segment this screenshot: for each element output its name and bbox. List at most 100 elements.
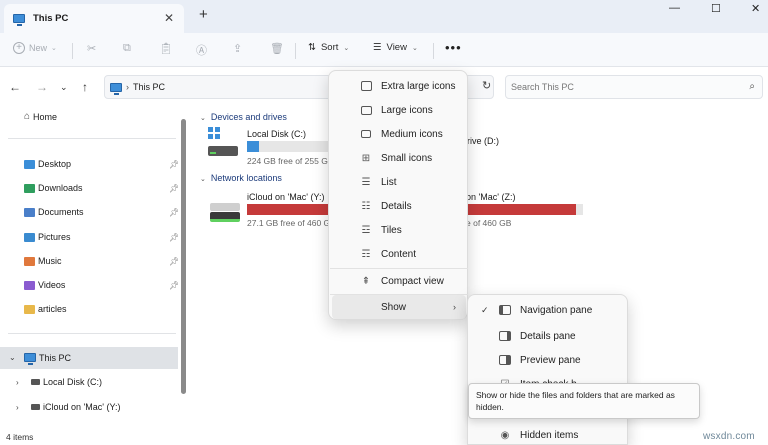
menu-item-compact-view[interactable]: ⇞ Compact view	[329, 269, 467, 293]
pin-icon[interactable]: 📌︎	[169, 257, 179, 266]
delete-icon[interactable]: 🗑︎	[270, 42, 284, 55]
sidebar-item-documents[interactable]: Documents	[24, 207, 84, 217]
view-icon: ☰	[373, 42, 382, 53]
sidebar-item-music[interactable]: Music	[24, 256, 62, 266]
menu-item-show[interactable]: Show ›	[332, 295, 466, 319]
drive-free-space: e of 460 GB	[466, 218, 512, 228]
cut-icon[interactable]: ✂	[87, 42, 96, 55]
separator	[295, 43, 296, 59]
show-submenu: ✓ Navigation pane Details pane Preview p…	[467, 294, 628, 445]
drive-usage-fill	[247, 141, 259, 152]
separator	[433, 43, 434, 59]
details-icon: ☷	[361, 200, 371, 212]
sidebar-scrollbar[interactable]	[181, 119, 186, 394]
chevron-down-icon: ⌄	[200, 176, 206, 183]
minimize-button[interactable]: —	[669, 2, 680, 14]
sidebar-item-label: This PC	[39, 353, 72, 363]
chevron-down-icon: ⌄	[411, 44, 418, 52]
menu-item-label: Tiles	[381, 224, 402, 236]
maximize-button[interactable]: ☐	[711, 2, 721, 15]
sidebar-item-home[interactable]: ⌂ Home	[24, 111, 57, 122]
menu-item-list[interactable]: ☰ List	[329, 170, 467, 194]
drive-icon	[31, 379, 40, 385]
sidebar-item-downloads[interactable]: Downloads	[24, 183, 83, 193]
refresh-icon[interactable]: ↻	[482, 79, 491, 92]
preview-pane-icon	[499, 354, 511, 366]
back-icon[interactable]: ←	[9, 80, 21, 94]
pin-icon[interactable]: 📌︎	[169, 184, 179, 193]
view-label: View	[386, 42, 407, 53]
divider	[8, 138, 176, 139]
menu-item-navigation-pane[interactable]: ✓ Navigation pane	[468, 298, 627, 322]
grid-icon: ⊞	[361, 152, 371, 164]
menu-item-label: Details pane	[520, 330, 576, 342]
paste-icon[interactable]: 📋︎	[159, 42, 173, 55]
share-icon[interactable]: ⇪	[233, 42, 242, 55]
menu-item-medium-icons[interactable]: Medium icons	[329, 122, 467, 146]
music-folder-icon	[24, 256, 35, 266]
group-devices-and-drives[interactable]: ⌄ Devices and drives	[200, 112, 287, 122]
chevron-right-icon: ›	[126, 82, 129, 92]
menu-item-label: Details	[381, 200, 412, 212]
breadcrumb-this-pc[interactable]: This PC	[133, 82, 165, 92]
close-window-button[interactable]: ✕	[751, 2, 760, 15]
tab-this-pc[interactable]: This PC ✕	[4, 4, 184, 33]
content-icon: ☶	[361, 248, 371, 260]
pin-icon[interactable]: 📌︎	[169, 160, 179, 169]
drive-tile-z[interactable]: on 'Mac' (Z:) e of 460 GB	[466, 191, 586, 228]
sidebar-item-local-disk[interactable]: Local Disk (C:)	[31, 377, 102, 387]
divider	[8, 333, 176, 334]
forward-icon[interactable]: →	[36, 80, 48, 94]
menu-item-label: Preview pane	[520, 354, 581, 366]
title-bar: This PC ✕ + — ☐ ✕	[0, 0, 768, 33]
drive-icon	[210, 212, 240, 222]
group-label: Devices and drives	[210, 112, 287, 122]
sort-label: Sort	[320, 42, 339, 53]
drive-tile-d[interactable]: rive (D:)	[467, 136, 527, 150]
item-count: 4 items	[6, 432, 34, 442]
sidebar-item-pictures[interactable]: Pictures	[24, 232, 71, 242]
menu-item-hidden-items[interactable]: ◉ Hidden items	[468, 423, 627, 445]
pin-icon[interactable]: 📌︎	[169, 208, 179, 217]
new-tab-button[interactable]: +	[199, 6, 208, 23]
menu-item-content[interactable]: ☶ Content	[329, 242, 467, 266]
more-options-button[interactable]: •••	[445, 40, 462, 55]
chevron-right-icon[interactable]: ›	[16, 403, 19, 412]
sidebar-item-this-pc[interactable]: ⌄ This PC	[0, 347, 178, 369]
chevron-down-icon[interactable]: ⌄	[9, 353, 16, 362]
new-button[interactable]: + New ⌄	[13, 42, 57, 54]
pin-icon[interactable]: 📌︎	[169, 233, 179, 242]
navigation-pane-icon	[499, 304, 511, 316]
up-icon[interactable]: ↑	[82, 80, 88, 94]
monitor-icon	[360, 104, 372, 116]
menu-item-large-icons[interactable]: Large icons	[329, 98, 467, 122]
rename-icon[interactable]: Ⓐ	[196, 42, 207, 58]
tab-title: This PC	[33, 13, 69, 24]
menu-item-preview-pane[interactable]: Preview pane	[468, 348, 627, 372]
this-pc-icon	[24, 353, 36, 365]
copy-icon[interactable]: ⧉	[123, 42, 131, 55]
sidebar-item-icloud-y[interactable]: iCloud on 'Mac' (Y:)	[31, 402, 120, 412]
sidebar-item-videos[interactable]: Videos	[24, 280, 65, 290]
chevron-down-icon: ⌄	[200, 115, 206, 122]
menu-item-extra-large-icons[interactable]: Extra large icons	[329, 74, 467, 98]
menu-item-tiles[interactable]: ☲ Tiles	[329, 218, 467, 242]
monitor-icon	[360, 128, 372, 140]
plus-icon: +	[13, 42, 25, 54]
menu-item-details[interactable]: ☷ Details	[329, 194, 467, 218]
search-input[interactable]: Search This PC ⌕	[505, 75, 763, 99]
drive-icon	[208, 146, 238, 156]
view-button[interactable]: ☰ View ⌄	[373, 42, 418, 53]
compact-view-icon: ⇞	[361, 275, 371, 287]
menu-item-small-icons[interactable]: ⊞ Small icons	[329, 146, 467, 170]
sidebar-item-desktop[interactable]: Desktop	[24, 159, 71, 169]
sort-button[interactable]: ⇅ Sort ⌄	[308, 42, 349, 53]
pin-icon[interactable]: 📌︎	[169, 281, 179, 290]
folder-icon	[24, 304, 35, 314]
recent-chevron-icon[interactable]: ⌄	[60, 82, 68, 93]
group-network-locations[interactable]: ⌄ Network locations	[200, 173, 282, 183]
chevron-right-icon[interactable]: ›	[16, 378, 19, 387]
menu-item-details-pane[interactable]: Details pane	[468, 324, 627, 348]
tab-close-icon[interactable]: ✕	[164, 11, 174, 25]
sidebar-item-articles[interactable]: articles	[24, 304, 67, 314]
